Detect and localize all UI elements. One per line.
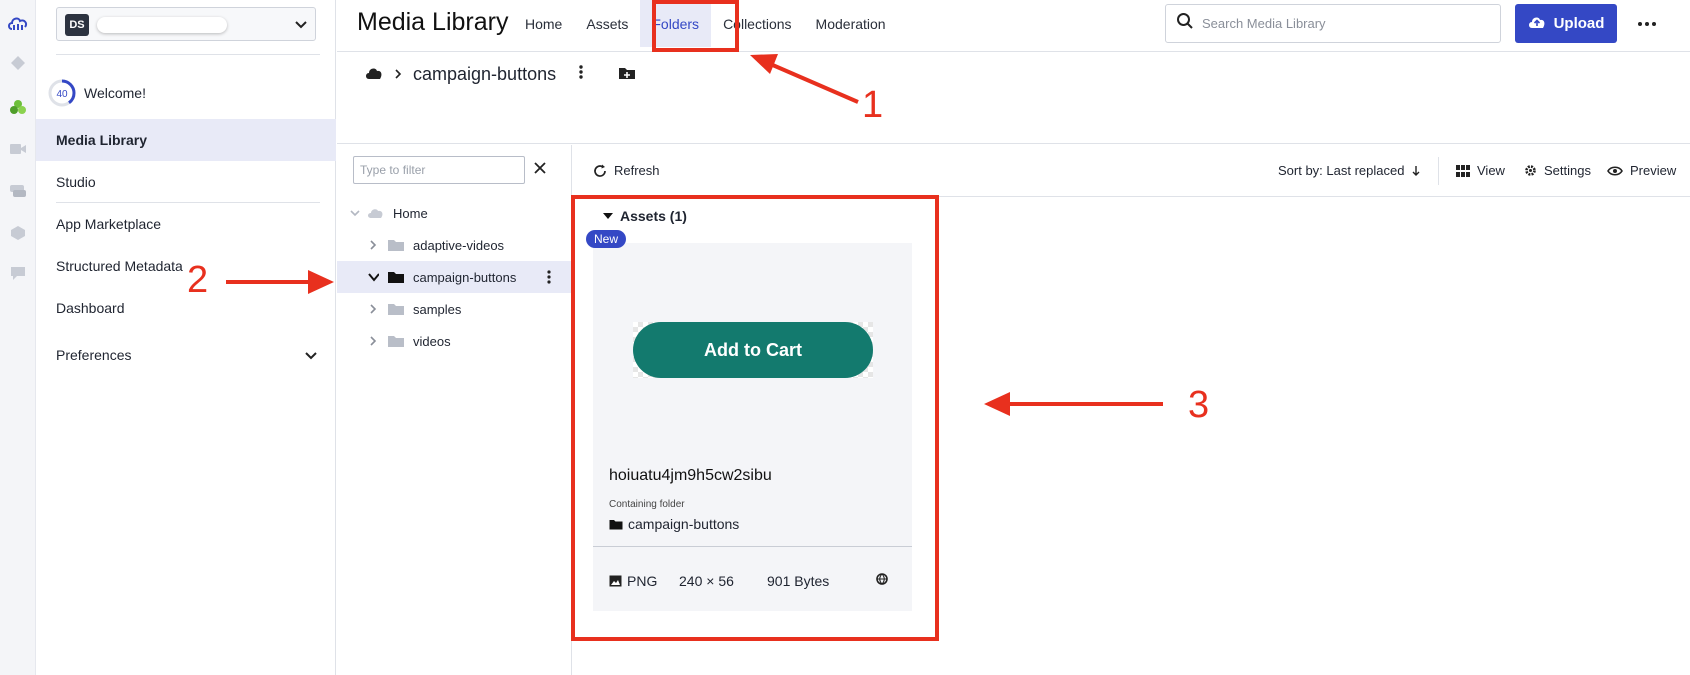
sort-label: Sort by: Last replaced bbox=[1278, 163, 1405, 178]
nav-item-label: Structured Metadata bbox=[56, 258, 183, 274]
new-folder-icon[interactable] bbox=[618, 64, 636, 85]
layers-icon[interactable] bbox=[7, 180, 29, 202]
close-icon[interactable] bbox=[533, 161, 547, 180]
upload-button[interactable]: Upload bbox=[1515, 4, 1617, 43]
folder-icon bbox=[388, 272, 404, 283]
breadcrumb-current: campaign-buttons bbox=[413, 64, 557, 84]
tree-item-samples[interactable]: samples bbox=[337, 293, 572, 325]
nav-item-app-marketplace[interactable]: App Marketplace bbox=[36, 203, 336, 245]
nav-item-dashboard[interactable]: Dashboard bbox=[36, 287, 336, 329]
side-nav: DS 40 Welcome! Media Library Studio App … bbox=[36, 0, 336, 675]
content-toolbar: Refresh Sort by: Last replaced View Sett… bbox=[573, 145, 1690, 197]
search-icon bbox=[1176, 12, 1194, 35]
tab-moderation[interactable]: Moderation bbox=[804, 0, 898, 47]
chevron-down-icon bbox=[293, 16, 309, 37]
cloud-icon bbox=[368, 209, 383, 218]
nav-item-label: Dashboard bbox=[56, 300, 125, 316]
arrow-down-icon bbox=[1412, 165, 1420, 176]
annotation-label-3: 3 bbox=[1188, 384, 1210, 426]
chat-icon[interactable] bbox=[7, 262, 29, 284]
nav-item-preferences[interactable]: Preferences bbox=[36, 334, 336, 376]
tree-item-label: videos bbox=[413, 333, 451, 349]
tree-item-campaign-buttons[interactable]: campaign-buttons bbox=[337, 261, 572, 293]
welcome-progress: 40 bbox=[56, 89, 68, 100]
folder-icon bbox=[388, 240, 404, 251]
refresh-label: Refresh bbox=[614, 163, 660, 178]
chevron-down-icon bbox=[304, 348, 318, 365]
annotation-arrowhead-3 bbox=[984, 392, 1010, 416]
eye-icon bbox=[1607, 165, 1623, 176]
divider bbox=[56, 54, 320, 55]
product-rail bbox=[0, 0, 36, 675]
tree-item-adaptive-videos[interactable]: adaptive-videos bbox=[337, 229, 572, 261]
diamond-icon[interactable] bbox=[7, 52, 29, 74]
folder-icon bbox=[388, 304, 404, 315]
nav-item-label: Media Library bbox=[56, 132, 148, 148]
top-header: Media Library Home Assets Folders Collec… bbox=[337, 0, 1690, 52]
view-label: View bbox=[1477, 163, 1505, 178]
chevron-right-icon bbox=[393, 64, 403, 85]
chevron-down-icon bbox=[368, 273, 379, 282]
tree-item-label: Home bbox=[393, 205, 428, 221]
chevron-right-icon bbox=[370, 304, 377, 314]
folder-tree: Home adaptive-videos campaign-buttons sa… bbox=[337, 145, 572, 675]
preview-label: Preview bbox=[1630, 163, 1677, 178]
chevron-down-icon bbox=[350, 210, 360, 217]
nav-item-media-library[interactable]: Media Library bbox=[36, 119, 336, 161]
cloud-upload-icon bbox=[1528, 15, 1546, 33]
view-button[interactable]: View bbox=[1456, 163, 1505, 178]
refresh-icon bbox=[594, 164, 606, 177]
preview-button[interactable]: Preview bbox=[1607, 163, 1676, 178]
nav-item-label: Studio bbox=[56, 174, 96, 190]
annotation-label-1: 1 bbox=[862, 84, 884, 126]
workspace-name-redacted bbox=[97, 17, 227, 33]
workspace-selector[interactable]: DS bbox=[56, 7, 316, 41]
folder-filter-input[interactable] bbox=[353, 156, 525, 184]
more-options-icon[interactable] bbox=[1637, 14, 1657, 39]
upload-label: Upload bbox=[1553, 15, 1605, 32]
tab-assets[interactable]: Assets bbox=[574, 0, 640, 47]
nav-item-studio[interactable]: Studio bbox=[36, 161, 336, 203]
refresh-button[interactable]: Refresh bbox=[593, 163, 660, 178]
page-title: Media Library bbox=[357, 8, 509, 36]
progress-ring-icon: 40 bbox=[48, 79, 76, 107]
annotation-box-folders-tab bbox=[652, 0, 739, 52]
search-box bbox=[1165, 4, 1501, 43]
divider bbox=[1438, 157, 1439, 185]
breadcrumb: campaign-buttons bbox=[365, 64, 636, 85]
assets-cluster-icon[interactable] bbox=[7, 96, 29, 118]
annotation-box-asset bbox=[571, 195, 939, 641]
nav-item-structured-metadata[interactable]: Structured Metadata bbox=[36, 245, 336, 287]
tree-item-home[interactable]: Home bbox=[337, 197, 572, 229]
tree-item-label: samples bbox=[413, 301, 462, 317]
settings-label: Settings bbox=[1544, 163, 1591, 178]
tree-item-label: adaptive-videos bbox=[413, 237, 505, 253]
sort-dropdown[interactable]: Sort by: Last replaced bbox=[1278, 163, 1421, 178]
app-root: DS 40 Welcome! Media Library Studio App … bbox=[0, 0, 1690, 675]
welcome-label: Welcome! bbox=[84, 85, 146, 101]
annotation-label-2: 2 bbox=[187, 259, 209, 301]
grid-view-icon bbox=[1456, 164, 1470, 177]
folder-icon bbox=[388, 336, 404, 347]
cloudinary-logo-icon[interactable] bbox=[7, 12, 29, 34]
video-icon[interactable] bbox=[7, 138, 29, 160]
hexagon-icon[interactable] bbox=[7, 222, 29, 244]
tree-item-videos[interactable]: videos bbox=[337, 325, 572, 357]
chevron-right-icon bbox=[370, 336, 377, 346]
gear-icon bbox=[1525, 165, 1536, 176]
settings-button[interactable]: Settings bbox=[1524, 163, 1591, 178]
cloud-root-icon[interactable] bbox=[365, 64, 383, 85]
folder-options-icon[interactable] bbox=[578, 64, 584, 85]
welcome-item[interactable]: 40 Welcome! bbox=[48, 78, 146, 108]
chevron-right-icon bbox=[370, 240, 377, 250]
tree-item-label: campaign-buttons bbox=[413, 269, 517, 285]
folder-options-icon[interactable] bbox=[546, 269, 552, 285]
nav-item-label: App Marketplace bbox=[56, 216, 162, 232]
breadcrumb-bar: campaign-buttons bbox=[337, 52, 1690, 144]
search-input[interactable] bbox=[1202, 16, 1482, 31]
tab-home[interactable]: Home bbox=[513, 0, 574, 47]
workspace-avatar: DS bbox=[65, 14, 89, 36]
nav-item-label: Preferences bbox=[56, 347, 132, 363]
